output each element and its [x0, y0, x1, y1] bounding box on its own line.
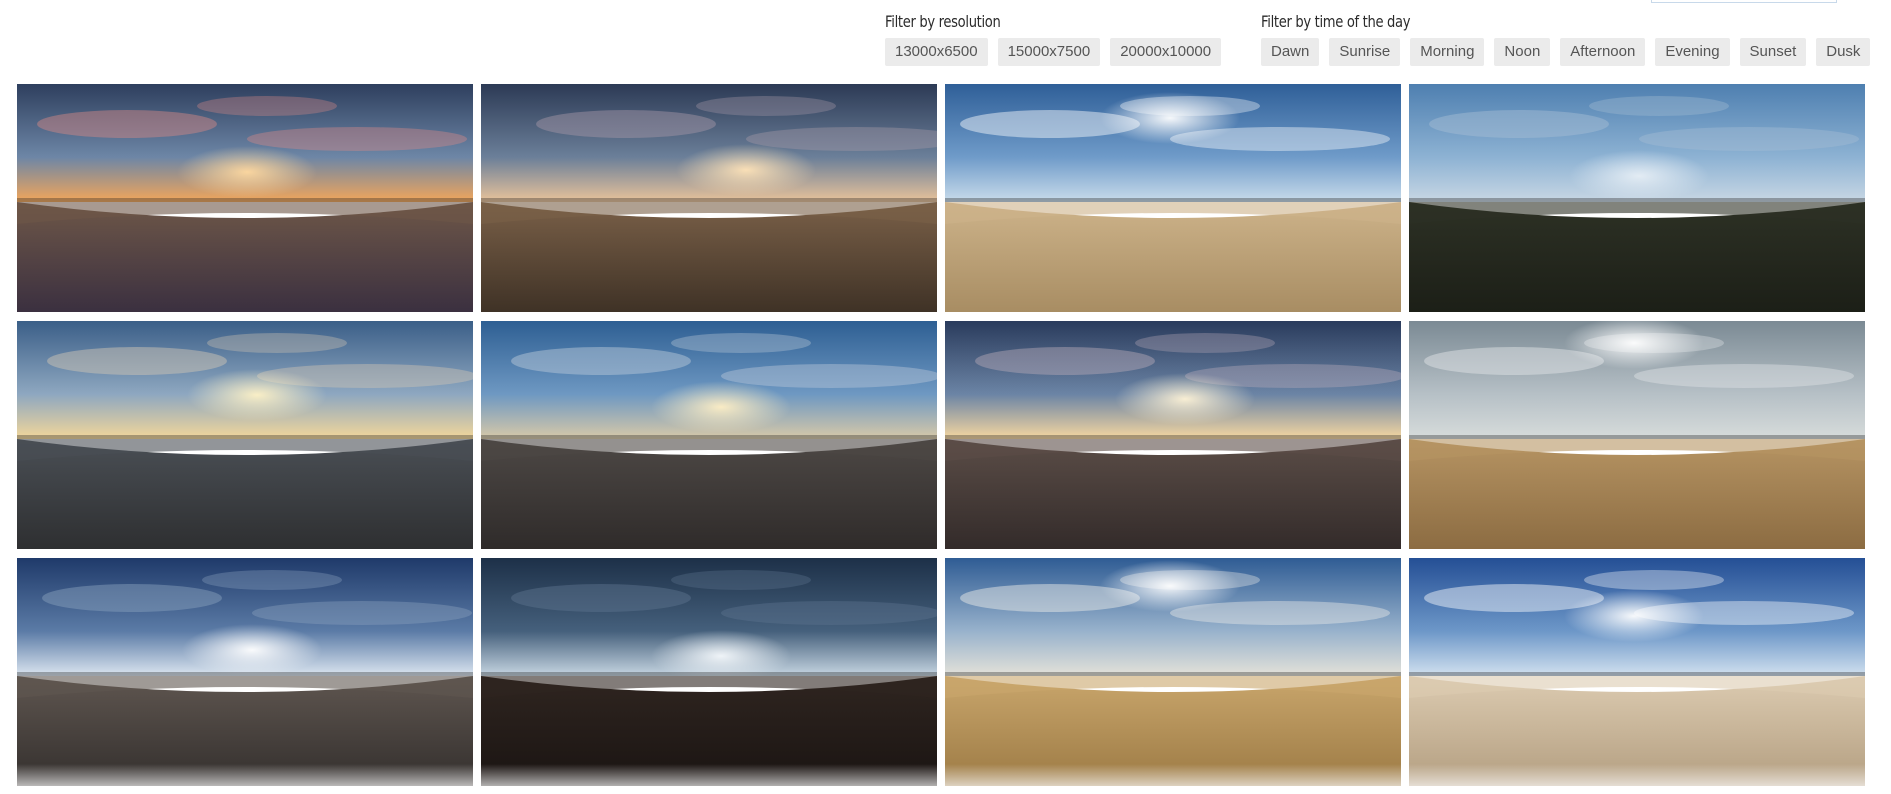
panorama-image	[945, 84, 1401, 312]
filter-time-sunrise[interactable]: Sunrise	[1329, 38, 1401, 66]
filter-time-sunset[interactable]: Sunset	[1739, 38, 1807, 66]
filter-time-morning[interactable]: Morning	[1410, 38, 1485, 66]
hdri-thumbnail[interactable]	[945, 84, 1401, 312]
panorama-image	[481, 84, 937, 312]
hdri-thumbnail[interactable]	[1409, 84, 1865, 312]
panorama-image	[17, 321, 473, 549]
time-of-day-filter-title: Filter by time of the day	[1261, 12, 1411, 31]
panorama-image	[945, 558, 1401, 786]
filter-resolution-20000x10000[interactable]: 20000x10000	[1110, 38, 1222, 66]
resolution-options: 13000x6500 15000x7500 20000x10000	[885, 38, 1222, 66]
hdri-thumbnail[interactable]	[1409, 321, 1865, 549]
hdri-thumbnail[interactable]	[1409, 558, 1865, 786]
hdri-thumbnail[interactable]	[481, 558, 937, 786]
hdri-thumbnail[interactable]	[481, 84, 937, 312]
hdri-thumbnail[interactable]	[17, 321, 473, 549]
hdri-thumbnail[interactable]	[945, 558, 1401, 786]
hdri-thumbnail[interactable]	[17, 84, 473, 312]
panorama-image	[1409, 558, 1865, 786]
hdri-thumbnail-grid	[17, 84, 1866, 786]
filter-resolution-13000x6500[interactable]: 13000x6500	[885, 38, 988, 66]
filter-time-dawn[interactable]: Dawn	[1261, 38, 1320, 66]
time-of-day-filter: Filter by time of the day Dawn Sunrise M…	[1261, 8, 1871, 66]
panorama-image	[481, 558, 937, 786]
panorama-image	[1409, 321, 1865, 549]
filter-time-dusk[interactable]: Dusk	[1816, 38, 1871, 66]
panorama-image	[945, 321, 1401, 549]
filter-time-afternoon[interactable]: Afternoon	[1560, 38, 1646, 66]
filter-time-evening[interactable]: Evening	[1655, 38, 1730, 66]
hdri-thumbnail[interactable]	[945, 321, 1401, 549]
panorama-image	[17, 558, 473, 786]
panorama-image	[481, 321, 937, 549]
panorama-image	[17, 84, 473, 312]
time-of-day-options: Dawn Sunrise Morning Noon Afternoon Even…	[1261, 38, 1871, 66]
filter-resolution-15000x7500[interactable]: 15000x7500	[997, 38, 1101, 66]
resolution-filter: Filter by resolution 13000x6500 15000x75…	[885, 8, 1222, 66]
panorama-image	[1409, 84, 1865, 312]
search-input[interactable]	[1651, 0, 1837, 3]
hdri-thumbnail[interactable]	[481, 321, 937, 549]
hdri-thumbnail[interactable]	[17, 558, 473, 786]
filter-time-noon[interactable]: Noon	[1494, 38, 1551, 66]
resolution-filter-title: Filter by resolution	[885, 12, 1001, 31]
